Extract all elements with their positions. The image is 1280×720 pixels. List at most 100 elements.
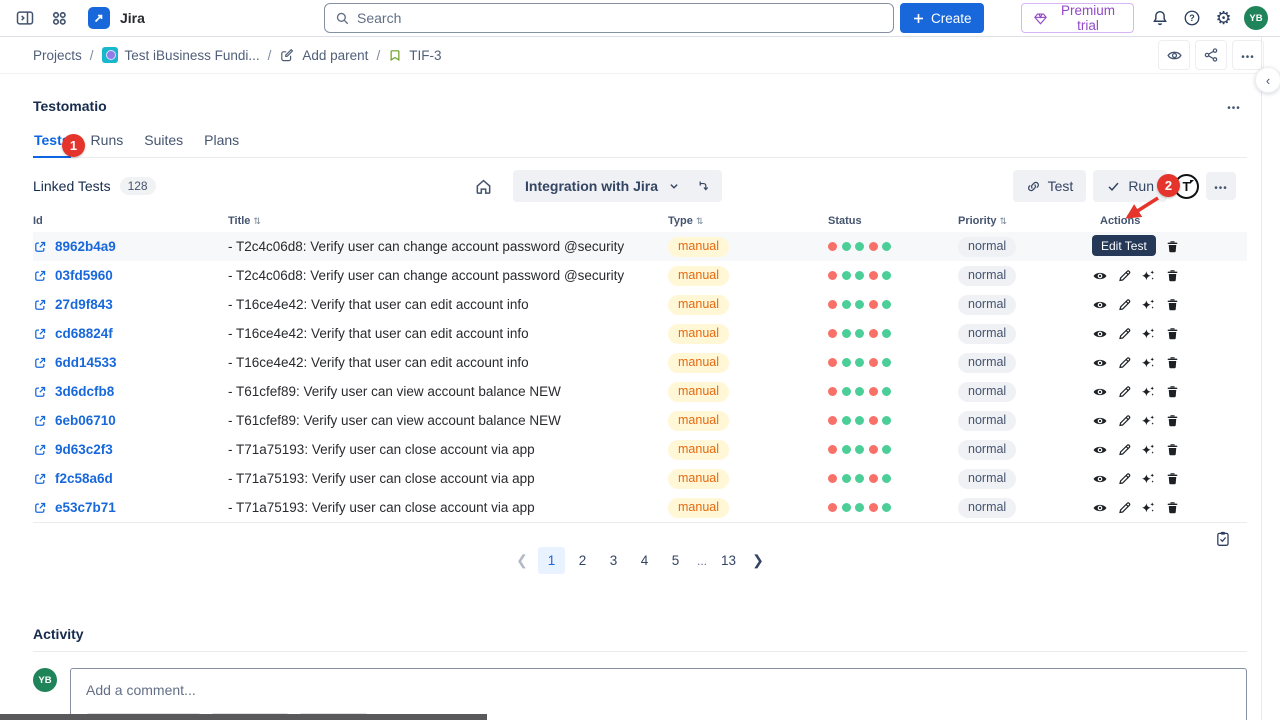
ai-sparkles-button[interactable] xyxy=(1140,471,1156,487)
page-button[interactable]: 5 xyxy=(662,547,689,574)
edit-test-button[interactable] xyxy=(1116,471,1132,487)
edit-test-button[interactable] xyxy=(1116,413,1132,429)
page-button[interactable]: 4 xyxy=(631,547,658,574)
home-button[interactable] xyxy=(470,173,496,199)
global-search[interactable] xyxy=(324,3,894,33)
test-id-link[interactable]: 3d6dcfb8 xyxy=(55,384,114,399)
delete-test-button[interactable] xyxy=(1164,239,1180,255)
test-row[interactable]: 6dd14533 - T16ce4e42: Verify that user c… xyxy=(33,348,1247,377)
page-button[interactable]: ... xyxy=(693,547,711,574)
comment-box[interactable]: Add a comment... Status update... Thanks… xyxy=(70,668,1247,720)
search-input[interactable] xyxy=(357,10,883,26)
add-parent-button[interactable]: Add parent xyxy=(279,47,368,63)
test-id-link[interactable]: 27d9f843 xyxy=(55,297,113,312)
test-id-link[interactable]: f2c58a6d xyxy=(55,471,113,486)
ai-sparkles-button[interactable] xyxy=(1140,442,1156,458)
premium-trial-button[interactable]: Premium trial xyxy=(1021,3,1134,33)
page-button[interactable]: 1 xyxy=(538,547,565,574)
test-id-link[interactable]: e53c7b71 xyxy=(55,500,116,515)
test-row[interactable]: f2c58a6d - T71a75193: Verify user can cl… xyxy=(33,464,1247,493)
edit-test-button[interactable] xyxy=(1116,442,1132,458)
edit-test-button[interactable] xyxy=(1116,326,1132,342)
delete-test-button[interactable] xyxy=(1164,326,1180,342)
tab[interactable]: Plans xyxy=(203,132,240,158)
delete-test-button[interactable] xyxy=(1164,471,1180,487)
test-row[interactable]: 27d9f843 - T16ce4e42: Verify that user c… xyxy=(33,290,1247,319)
more-actions-button[interactable] xyxy=(1232,40,1264,70)
report-button[interactable] xyxy=(1214,530,1231,547)
help-button[interactable]: ? xyxy=(1180,5,1203,31)
ai-sparkles-button[interactable] xyxy=(1140,413,1156,429)
testomatio-logo[interactable]: T xyxy=(1174,174,1199,199)
integration-dropdown[interactable]: Integration with Jira xyxy=(513,170,722,202)
view-test-button[interactable] xyxy=(1092,500,1108,516)
tab[interactable]: Suites xyxy=(143,132,184,158)
test-id-link[interactable]: 9d63c2f3 xyxy=(55,442,113,457)
edit-test-button[interactable] xyxy=(1116,268,1132,284)
create-button[interactable]: Create xyxy=(900,3,984,33)
view-test-button[interactable] xyxy=(1092,384,1108,400)
sidebar-toggle-button[interactable] xyxy=(12,5,38,31)
ai-sparkles-button[interactable] xyxy=(1140,384,1156,400)
view-test-button[interactable] xyxy=(1092,471,1108,487)
delete-test-button[interactable] xyxy=(1164,268,1180,284)
test-id-link[interactable]: 6eb06710 xyxy=(55,413,116,428)
test-row[interactable]: 3d6dcfb8 - T61cfef89: Verify user can vi… xyxy=(33,377,1247,406)
edit-test-button[interactable] xyxy=(1116,355,1132,371)
delete-test-button[interactable] xyxy=(1164,442,1180,458)
view-test-button[interactable] xyxy=(1092,268,1108,284)
toolbar-more-button[interactable] xyxy=(1206,172,1236,200)
share-button[interactable] xyxy=(1195,40,1227,70)
watch-button[interactable] xyxy=(1158,40,1190,70)
test-id-link[interactable]: 6dd14533 xyxy=(55,355,117,370)
run-button[interactable]: Run xyxy=(1093,170,1167,202)
edit-test-button[interactable] xyxy=(1116,500,1132,516)
column-header-priority[interactable]: Priority xyxy=(958,215,1100,227)
breadcrumb-issue[interactable]: TIF-3 xyxy=(388,48,441,63)
tab[interactable]: Tests xyxy=(33,132,71,158)
notifications-button[interactable] xyxy=(1149,5,1172,31)
delete-test-button[interactable] xyxy=(1164,355,1180,371)
column-header-type[interactable]: Type xyxy=(668,215,828,227)
test-id-link[interactable]: 8962b4a9 xyxy=(55,239,116,254)
tab[interactable]: Runs xyxy=(90,132,125,158)
page-button[interactable]: 3 xyxy=(600,547,627,574)
page-button[interactable]: 2 xyxy=(569,547,596,574)
column-header-title[interactable]: Title xyxy=(228,215,668,227)
delete-test-button[interactable] xyxy=(1164,413,1180,429)
view-test-button[interactable] xyxy=(1092,355,1108,371)
test-id-link[interactable]: cd68824f xyxy=(55,326,113,341)
settings-button[interactable]: ⚙ xyxy=(1212,5,1235,31)
ai-sparkles-button[interactable] xyxy=(1140,297,1156,313)
view-test-button[interactable] xyxy=(1092,413,1108,429)
delete-test-button[interactable] xyxy=(1164,500,1180,516)
view-test-button[interactable] xyxy=(1092,326,1108,342)
ai-sparkles-button[interactable] xyxy=(1140,326,1156,342)
test-row[interactable]: cd68824f - T16ce4e42: Verify that user c… xyxy=(33,319,1247,348)
test-row[interactable]: 6eb06710 - T61cfef89: Verify user can vi… xyxy=(33,406,1247,435)
prev-page-button[interactable]: ❮ xyxy=(510,547,534,574)
view-test-button[interactable] xyxy=(1092,297,1108,313)
ai-sparkles-button[interactable] xyxy=(1140,355,1156,371)
app-switcher-button[interactable] xyxy=(46,5,72,31)
user-avatar[interactable]: YB xyxy=(1244,6,1268,30)
ai-sparkles-button[interactable] xyxy=(1140,500,1156,516)
test-row[interactable]: e53c7b71 - T71a75193: Verify user can cl… xyxy=(33,493,1247,522)
next-page-button[interactable]: ❯ xyxy=(746,547,770,574)
delete-test-button[interactable] xyxy=(1164,384,1180,400)
test-row[interactable]: 9d63c2f3 - T71a75193: Verify user can cl… xyxy=(33,435,1247,464)
edit-test-button[interactable] xyxy=(1116,384,1132,400)
collapse-panel-button[interactable]: ‹ xyxy=(1255,67,1280,93)
view-test-button[interactable] xyxy=(1092,442,1108,458)
test-row[interactable]: 8962b4a9 - T2c4c06d8: Verify user can ch… xyxy=(33,232,1247,261)
link-test-button[interactable]: Test xyxy=(1013,170,1087,202)
jira-logo[interactable] xyxy=(88,7,110,29)
panel-more-button[interactable] xyxy=(1221,93,1247,119)
delete-test-button[interactable] xyxy=(1164,297,1180,313)
column-header-id[interactable]: Id xyxy=(33,215,228,227)
test-id-link[interactable]: 03fd5960 xyxy=(55,268,113,283)
column-header-status[interactable]: Status xyxy=(828,215,958,227)
breadcrumb-projects[interactable]: Projects xyxy=(33,48,82,63)
ai-sparkles-button[interactable] xyxy=(1140,268,1156,284)
test-row[interactable]: 03fd5960 - T2c4c06d8: Verify user can ch… xyxy=(33,261,1247,290)
